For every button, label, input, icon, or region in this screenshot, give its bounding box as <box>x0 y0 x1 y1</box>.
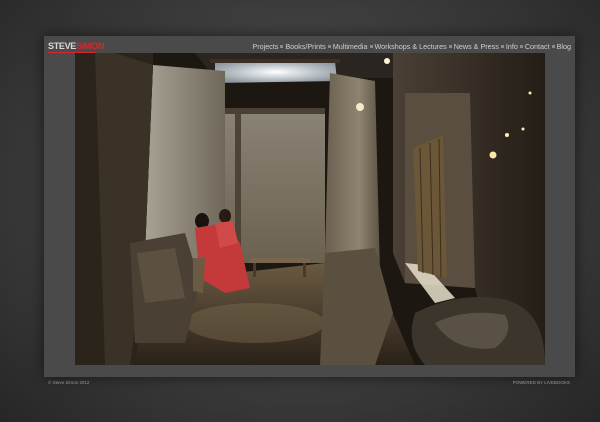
nav-contact[interactable]: Contact <box>525 41 550 52</box>
logo-first-name: STEVE <box>48 41 77 51</box>
nav-separator <box>551 45 555 48</box>
nav-blog[interactable]: Blog <box>557 41 571 52</box>
photo-mud-house-interior <box>75 53 545 365</box>
logo-last-name: SIMON <box>76 41 105 51</box>
nav-separator <box>448 45 452 48</box>
footer-powered-by[interactable]: POWERED BY LIVEBOOKS <box>513 380 570 386</box>
site-logo[interactable]: STEVESIMON <box>48 41 104 52</box>
nav-news-press[interactable]: News & Press <box>454 41 499 52</box>
nav-separator <box>327 45 331 48</box>
nav-books-prints[interactable]: Books/Prints <box>285 41 325 52</box>
nav-projects[interactable]: Projects <box>252 41 278 52</box>
nav-separator <box>519 45 523 48</box>
nav-multimedia[interactable]: Multimedia <box>333 41 368 52</box>
nav-separator <box>369 45 373 48</box>
nav-separator <box>280 45 284 48</box>
main-nav: Projects Books/Prints Multimedia Worksho… <box>252 41 571 52</box>
footer-copyright: © Steve Simon 2012 <box>48 380 90 385</box>
featured-photo[interactable] <box>75 53 545 365</box>
nav-workshops-lectures[interactable]: Workshops & Lectures <box>375 41 447 52</box>
site-frame: STEVESIMON Projects Books/Prints Multime… <box>44 36 575 377</box>
nav-info[interactable]: Info <box>506 41 518 52</box>
nav-separator <box>500 45 504 48</box>
